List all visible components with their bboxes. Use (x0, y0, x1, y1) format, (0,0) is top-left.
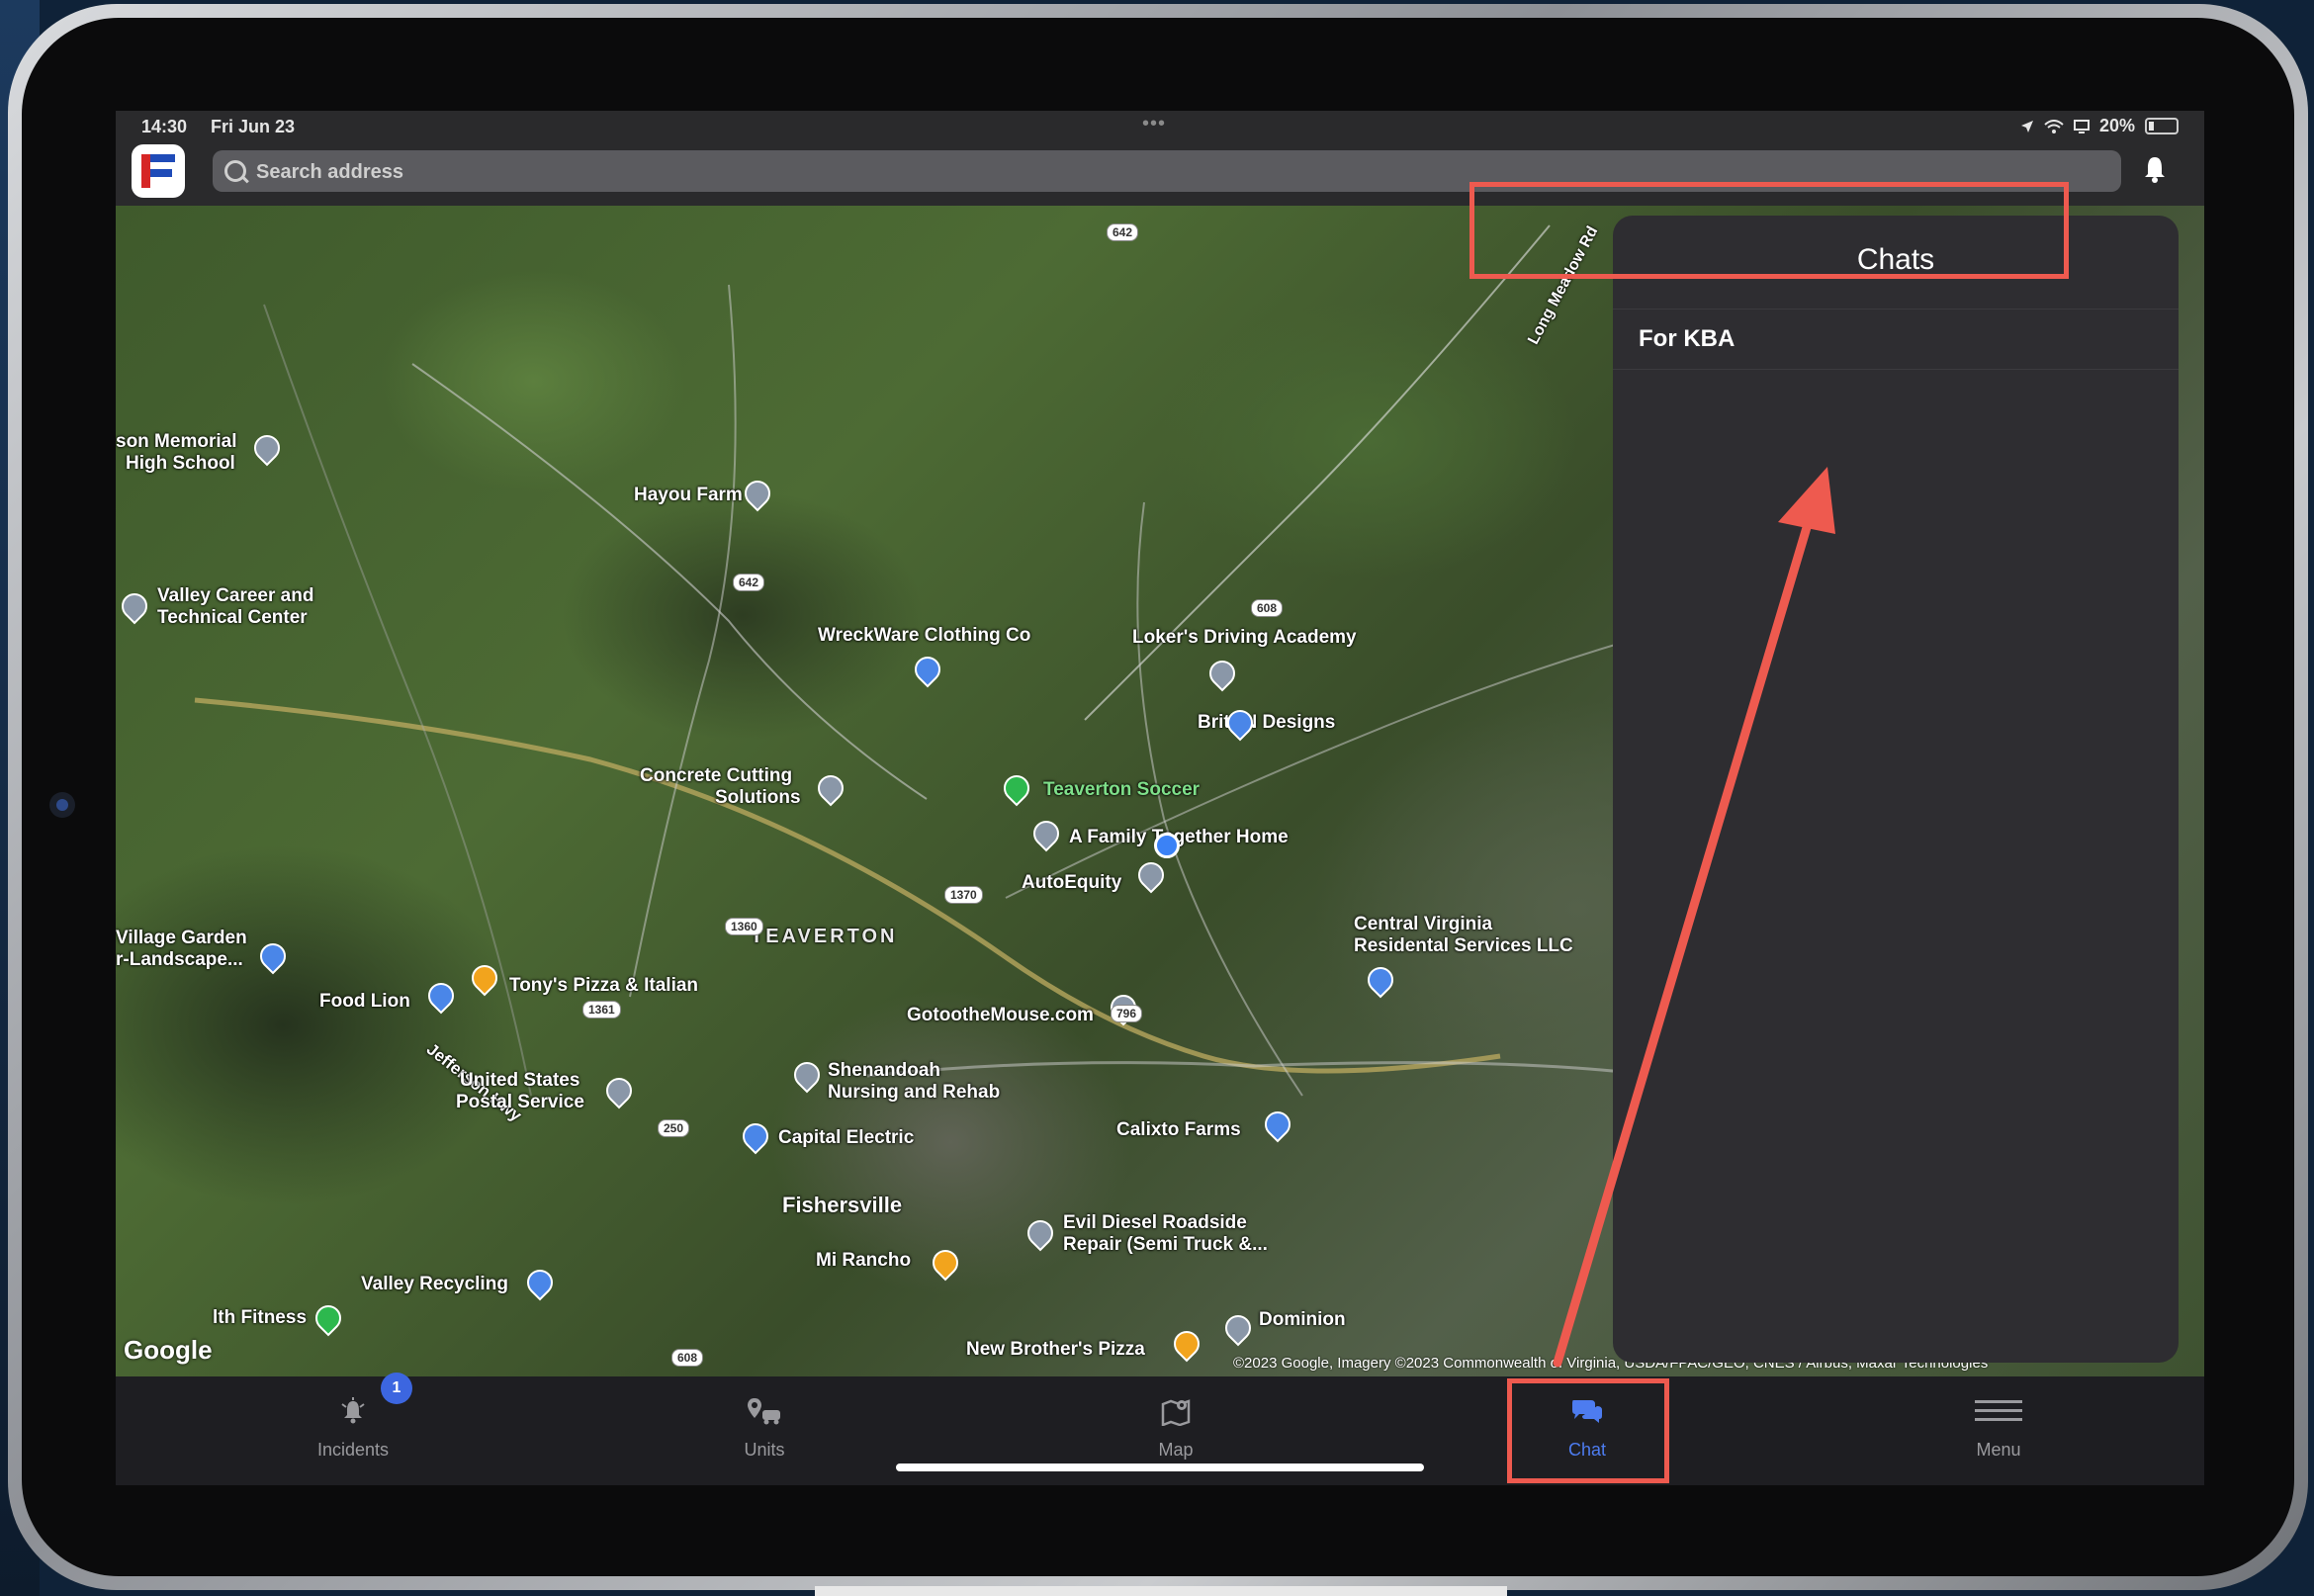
annotation-arrow (1553, 467, 1835, 1368)
window-bottom-strip (815, 1586, 1507, 1596)
home-indicator[interactable] (896, 1463, 1424, 1471)
